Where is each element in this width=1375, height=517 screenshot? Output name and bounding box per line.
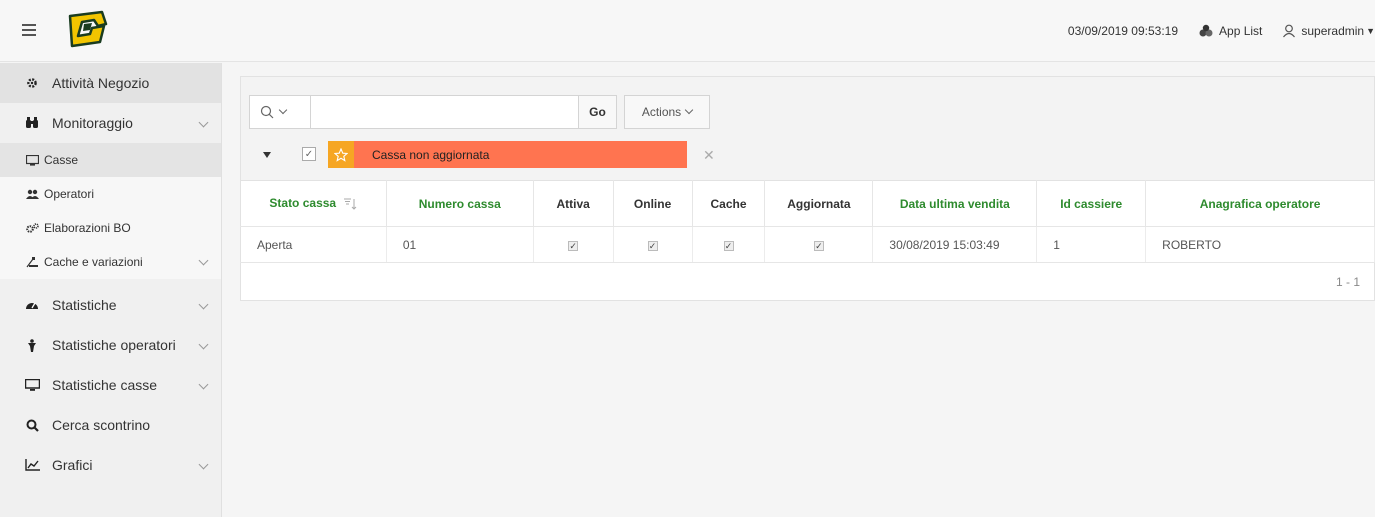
caret-down-icon: ▼ — [1366, 26, 1375, 36]
cell-id-cassiere: 1 — [1036, 226, 1147, 263]
table-row[interactable]: Aperta 01 ✓ ✓ ✓ ✓ 30/08/2019 15:03:49 1 … — [240, 226, 1375, 263]
monitoraggio-submenu: Casse Operatori Elaborazioni BO Cache e … — [0, 143, 221, 279]
chevron-down-icon — [198, 379, 209, 390]
cell-data-ultima-vendita: 30/08/2019 15:03:49 — [872, 226, 1038, 263]
sidebar-item-label: Cerca scontrino — [52, 417, 151, 433]
filter-bar: ✓ Cassa non aggiornata ✕ — [240, 133, 1375, 180]
chevron-down-icon — [198, 299, 209, 310]
sort-icon — [344, 198, 357, 210]
app-list-icon — [1199, 24, 1213, 37]
sidebar-item-statistiche[interactable]: Statistiche — [0, 285, 221, 325]
actions-menu-button[interactable]: Actions — [624, 95, 710, 129]
column-header[interactable]: Numero cassa — [386, 180, 534, 227]
search-icon — [260, 105, 274, 119]
search-column-selector[interactable] — [249, 95, 311, 129]
user-icon — [1283, 24, 1296, 38]
sidebar-nav: Attività Negozio Monitoraggio Casse Oper… — [0, 63, 222, 517]
user-menu[interactable]: superadmin ▼ — [1282, 24, 1375, 38]
sidebar-item-cerca-scontrino[interactable]: Cerca scontrino — [0, 405, 221, 445]
column-header[interactable]: Anagrafica operatore — [1145, 180, 1375, 227]
chevron-down-icon — [198, 459, 209, 470]
binoculars-icon — [24, 117, 40, 129]
sidebar-item-label: Operatori — [44, 187, 95, 201]
cache-icon — [24, 256, 40, 268]
column-header[interactable]: Stato cassa — [240, 180, 387, 227]
chevron-down-icon — [198, 339, 209, 350]
sidebar-item-label: Grafici — [52, 457, 93, 473]
sidebar-item-monitoraggio[interactable]: Monitoraggio — [0, 103, 221, 143]
users-icon — [24, 189, 40, 200]
go-button[interactable]: Go — [579, 95, 617, 129]
cell-anagrafica-operatore: ROBERTO — [1145, 226, 1375, 263]
menu-toggle-icon[interactable] — [22, 24, 36, 36]
search-input[interactable] — [311, 95, 579, 129]
top-header: 03/09/2019 09:53:19 App List superadmin … — [0, 0, 1375, 62]
chevron-down-icon — [198, 117, 209, 128]
main-region: Go Actions ✓ Cassa non aggiornata ✕ Stat… — [240, 76, 1375, 301]
search-bar: Go — [249, 95, 617, 129]
aggiornata-checkbox: ✓ — [813, 240, 824, 251]
sidebar-item-label: Statistiche — [52, 297, 117, 313]
cell-numero-cassa: 01 — [386, 226, 534, 263]
dashboard-icon — [24, 299, 40, 311]
sidebar-item-label: Attività Negozio — [52, 75, 150, 91]
table-header-row: Stato cassa Numero cassa Attiva Online C… — [240, 180, 1375, 227]
sidebar-item-statistiche-casse[interactable]: Statistiche casse — [0, 365, 221, 405]
report-toolbar: Go Actions — [240, 76, 1375, 133]
sidebar-item-grafici[interactable]: Grafici — [0, 445, 221, 485]
column-header[interactable]: Id cassiere — [1036, 180, 1147, 227]
sidebar-item-label: Statistiche casse — [52, 377, 158, 393]
sidebar-item-label: Monitoraggio — [52, 115, 133, 131]
cache-checkbox: ✓ — [723, 240, 734, 251]
column-header[interactable]: Cache — [692, 180, 766, 227]
pagination-info: 1 - 1 — [240, 263, 1375, 301]
monitor-icon — [24, 379, 40, 391]
chevron-down-icon — [278, 105, 288, 115]
casse-table: Stato cassa Numero cassa Attiva Online C… — [240, 180, 1375, 263]
sidebar-item-label: Cache e variazioni — [44, 255, 143, 269]
sidebar-item-label: Elaborazioni BO — [44, 221, 131, 235]
app-list-link[interactable]: App List — [1198, 24, 1262, 38]
datetime-display: 03/09/2019 09:53:19 — [1067, 24, 1179, 38]
collapse-toggle-icon[interactable] — [263, 152, 271, 158]
gears-icon — [24, 222, 40, 234]
sidebar-item-label: Statistiche operatori — [52, 337, 176, 353]
sidebar-item-operatori[interactable]: Operatori — [0, 177, 221, 211]
column-header[interactable]: Online — [613, 180, 693, 227]
app-list-label: App List — [1219, 24, 1263, 38]
gear-icon — [24, 77, 40, 89]
column-header[interactable]: Attiva — [533, 180, 614, 227]
sidebar-item-casse[interactable]: Casse — [0, 143, 221, 177]
app-logo[interactable] — [64, 10, 110, 50]
chevron-down-icon — [684, 105, 694, 115]
column-header[interactable]: Data ultima vendita — [872, 180, 1038, 227]
column-header[interactable]: Aggiornata — [764, 180, 874, 227]
sidebar-item-cache-e-variazioni[interactable]: Cache e variazioni — [0, 245, 221, 279]
monitor-icon — [24, 154, 40, 166]
actions-label: Actions — [641, 105, 682, 119]
sidebar-item-attivita-negozio[interactable]: Attività Negozio — [0, 63, 221, 103]
chevron-down-icon — [198, 255, 209, 266]
sidebar-item-label: Casse — [44, 153, 79, 167]
online-checkbox: ✓ — [647, 240, 658, 251]
search-icon — [24, 419, 40, 432]
operator-icon — [24, 338, 40, 352]
user-name: superadmin — [1301, 24, 1365, 38]
sidebar-item-elaborazioni-bo[interactable]: Elaborazioni BO — [0, 211, 221, 245]
cell-stato-cassa: Aperta — [240, 226, 387, 263]
sidebar-item-statistiche-operatori[interactable]: Statistiche operatori — [0, 325, 221, 365]
highlight-filter-label[interactable]: Cassa non aggiornata — [354, 141, 687, 168]
close-icon[interactable]: ✕ — [703, 147, 715, 164]
filter-enable-checkbox[interactable]: ✓ — [302, 147, 316, 161]
line-chart-icon — [24, 459, 40, 471]
attiva-checkbox: ✓ — [568, 240, 579, 251]
highlight-star-icon — [328, 141, 354, 168]
